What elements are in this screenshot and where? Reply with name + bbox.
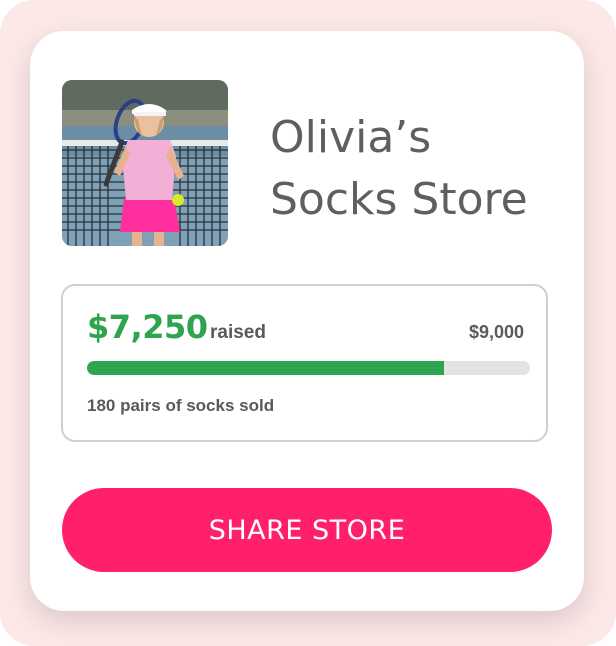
share-store-button[interactable]: SHARE STORE xyxy=(62,488,552,572)
store-card: Olivia’s Socks Store $7,250 raised $9,00… xyxy=(30,31,584,611)
store-photo xyxy=(62,80,228,246)
girl-with-tennis-racket-photo xyxy=(62,80,228,246)
goal-amount: $9,000 xyxy=(468,322,524,342)
raised-label: raised xyxy=(210,322,266,343)
background-frame: Olivia’s Socks Store $7,250 raised $9,00… xyxy=(0,0,616,646)
raised-amount: $7,250 xyxy=(87,308,208,346)
progress-bar-fill xyxy=(87,361,444,375)
progress-bar-track xyxy=(87,361,530,375)
socks-sold-count: 180 pairs of socks sold xyxy=(87,396,275,415)
store-title: Olivia’s Socks Store xyxy=(270,112,528,225)
fundraising-progress-panel: $7,250 raised $9,000 180 pairs of socks … xyxy=(61,284,548,442)
